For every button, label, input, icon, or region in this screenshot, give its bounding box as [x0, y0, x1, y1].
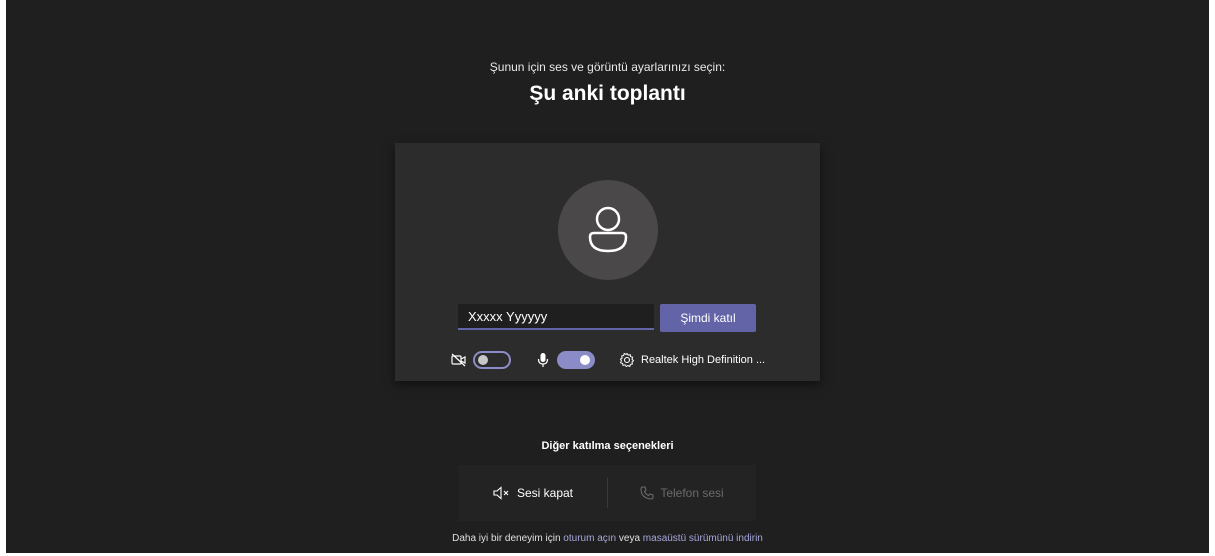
camera-toggle[interactable]	[473, 351, 511, 369]
avatar	[558, 180, 658, 280]
phone-audio-label: Telefon sesi	[660, 486, 724, 500]
meeting-title: Şu anki toplantı	[529, 82, 686, 105]
phone-icon	[640, 486, 654, 500]
microphone-toggle[interactable]	[557, 351, 595, 369]
audio-device-label[interactable]: Realtek High Definition ...	[641, 354, 765, 366]
person-icon	[588, 206, 628, 253]
download-desktop-link[interactable]: masaüstü sürümünü indirin	[643, 533, 763, 544]
microphone-icon	[537, 352, 549, 368]
prejoin-subtitle: Şunun için ses ve görüntü ayarlarınızı s…	[489, 60, 726, 74]
mute-audio-option[interactable]: Sesi kapat	[459, 465, 607, 521]
other-join-options-heading: Diğer katılma seçenekleri	[541, 440, 674, 452]
footer-prefix: Daha iyi bir deneyim için	[452, 533, 561, 544]
prejoin-screen: Şunun için ses ve görüntü ayarlarınızı s…	[6, 0, 1209, 553]
mute-audio-label: Sesi kapat	[516, 486, 574, 500]
speaker-mute-icon	[493, 486, 511, 500]
display-name-input[interactable]	[458, 304, 654, 330]
footer-middle: veya	[618, 533, 641, 544]
other-join-options: Sesi kapat Telefon sesi	[459, 465, 756, 521]
footer-note: Daha iyi bir deneyim için oturum açın ve…	[6, 533, 1209, 544]
gear-icon[interactable]	[619, 352, 635, 368]
join-now-button[interactable]: Şimdi katıl	[660, 304, 756, 332]
phone-audio-option[interactable]: Telefon sesi	[608, 465, 756, 521]
device-controls: Realtek High Definition ...	[451, 348, 765, 372]
camera-off-icon	[451, 353, 467, 367]
sign-in-link[interactable]: oturum açın	[563, 533, 616, 544]
preview-card: Şimdi katıl	[395, 143, 820, 381]
